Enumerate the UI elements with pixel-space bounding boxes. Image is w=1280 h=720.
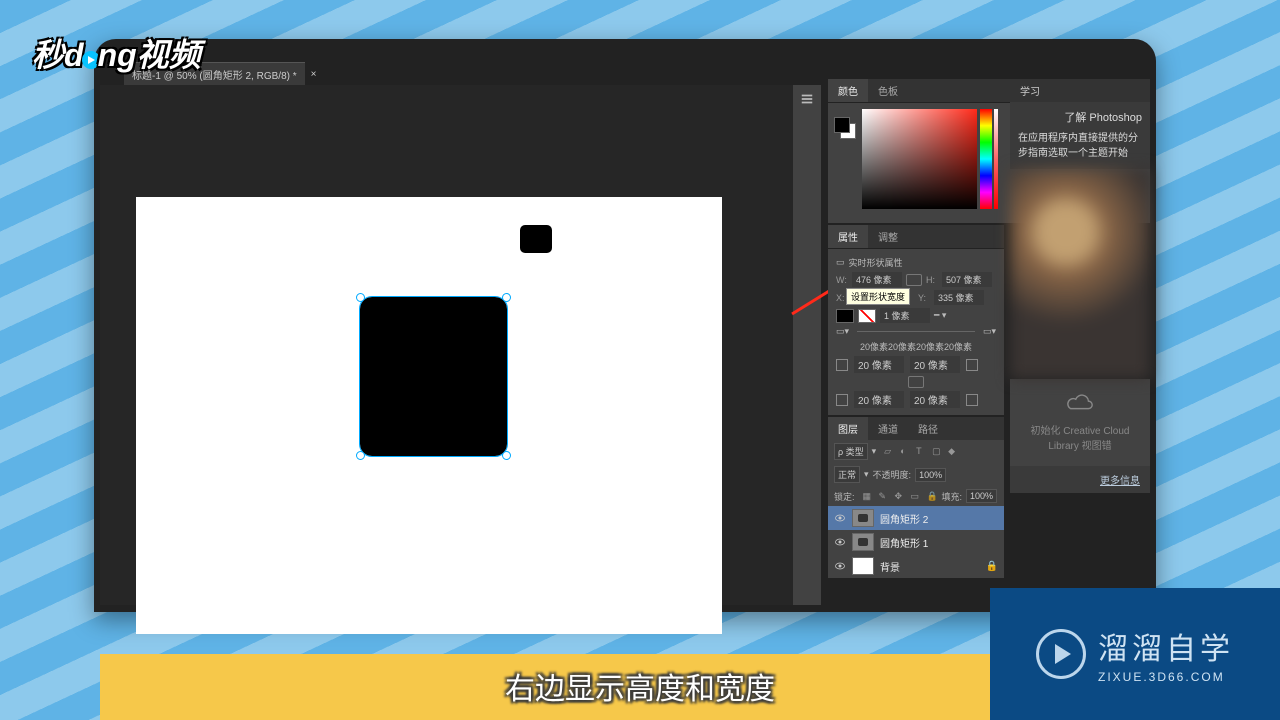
link-corners-icon[interactable] [908, 376, 924, 388]
layer-name: 圆角矩形 2 [880, 511, 928, 526]
layer-thumbnail [852, 557, 874, 575]
properties-panel: 属性 调整 ▭实时形状属性 W: 476 像素 H: 507 像素 X: 设置形… [828, 225, 1004, 415]
stroke-style-dropdown[interactable]: ━ ▾ [934, 310, 946, 321]
stroke-align-icon[interactable]: ▭▾ [836, 326, 849, 337]
stroke-caps-icon[interactable]: ▭▾ [983, 326, 996, 337]
transform-handle-tr[interactable] [502, 293, 511, 302]
opacity-input[interactable]: 100% [915, 468, 946, 482]
tab-learn[interactable]: 学习 [1010, 79, 1150, 102]
right-panel-stack: 颜色 色板 学习 了解 Photoshop 在应用程序内直接提供的分步指南选取一… [828, 79, 1150, 606]
logo-text-a: 秒d [32, 37, 84, 73]
height-label: H: [926, 275, 938, 285]
lock-icons[interactable]: ▦✎✥▭🔒 [863, 491, 938, 502]
corner-bl-icon[interactable] [836, 394, 848, 406]
live-shape-icon: ▭ [836, 257, 845, 268]
corner-radius-summary: 20像素20像素20像素20像素 [860, 340, 972, 353]
y-input[interactable]: 335 像素 [934, 290, 984, 305]
panel-toggle-icon[interactable] [797, 89, 817, 109]
logo-text-b: ng视频 [98, 37, 201, 73]
corner-tl-input[interactable]: 20 像素 [854, 356, 904, 373]
width-label: W: [836, 275, 848, 285]
corner-tr-input[interactable]: 20 像素 [910, 356, 960, 373]
cloud-icon [1065, 393, 1095, 413]
corner-br-icon[interactable] [966, 394, 978, 406]
canvas-area [100, 85, 794, 605]
width-tooltip: 设置形状宽度 [846, 288, 910, 305]
brand-title: 溜溜自学 [1098, 624, 1234, 668]
artboard[interactable] [136, 197, 722, 634]
tab-channels[interactable]: 通道 [868, 417, 908, 440]
learn-thumbnails-blurred [1010, 169, 1150, 379]
blend-mode-select[interactable]: 正常 [834, 466, 860, 483]
height-input[interactable]: 507 像素 [942, 272, 992, 287]
visibility-toggle-icon[interactable] [834, 560, 846, 572]
layers-panel: 图层 通道 路径 ρ 类型▾ ▱◐T▢◆ 正常▾ 不透明度: 100% 锁定: … [828, 417, 1004, 578]
transform-handle-bl[interactable] [356, 451, 365, 460]
learn-panel: 学习 了解 Photoshop 在应用程序内直接提供的分步指南选取一个主题开始 … [1010, 79, 1150, 493]
corner-brand-card: 溜溜自学 ZIXUE.3D66.COM [990, 588, 1280, 720]
shape-selected-rounded-rect[interactable] [360, 297, 507, 456]
visibility-toggle-icon[interactable] [834, 512, 846, 524]
layer-row-background[interactable]: 背景 🔒 [828, 554, 1004, 578]
learn-title: 了解 Photoshop [1018, 110, 1142, 127]
learn-description: 在应用程序内直接提供的分步指南选取一个主题开始 [1018, 131, 1142, 161]
tab-swatches[interactable]: 色板 [868, 79, 908, 102]
foreground-color-swatch[interactable] [834, 117, 850, 133]
corner-tl-icon[interactable] [836, 359, 848, 371]
hue-slider[interactable] [980, 109, 992, 209]
transform-handle-br[interactable] [502, 451, 511, 460]
brand-subtitle: ZIXUE.3D66.COM [1098, 670, 1234, 684]
width-input[interactable]: 476 像素 [852, 272, 902, 287]
fill-opacity-input[interactable]: 100% [966, 489, 997, 503]
color-field[interactable] [862, 109, 977, 209]
corner-bl-input[interactable]: 20 像素 [854, 391, 904, 408]
more-info-link[interactable]: 更多信息 [1010, 466, 1150, 493]
video-brand-logo: 秒dng视频 [32, 30, 201, 76]
layer-row-selected[interactable]: 圆角矩形 2 [828, 506, 1004, 530]
layer-thumbnail [852, 509, 874, 527]
tab-color[interactable]: 颜色 [828, 79, 868, 102]
layer-row[interactable]: 圆角矩形 1 [828, 530, 1004, 554]
layer-thumbnail [852, 533, 874, 551]
y-label: Y: [918, 293, 930, 303]
opacity-label: 不透明度: [873, 468, 912, 481]
tab-adjustments[interactable]: 调整 [868, 225, 908, 248]
layer-name: 背景 [880, 559, 900, 574]
layer-name: 圆角矩形 1 [880, 535, 928, 550]
stroke-width-input[interactable]: 1 像素 [880, 308, 930, 323]
panel-dock-strip [793, 85, 821, 605]
tab-paths[interactable]: 路径 [908, 417, 948, 440]
layer-filter-kind[interactable]: ρ 类型 [834, 443, 868, 460]
cc-libraries-panel: 初始化 Creative Cloud Library 视图错 [1010, 379, 1150, 466]
foreground-background-swatch[interactable] [834, 117, 856, 139]
stroke-swatch[interactable] [858, 309, 876, 323]
transform-handle-tl[interactable] [356, 293, 365, 302]
layer-filter-icons[interactable]: ▱◐T▢◆ [884, 446, 959, 457]
link-wh-icon[interactable] [906, 274, 922, 286]
photoshop-window: 标题-1 @ 50% (圆角矩形 2, RGB/8) * × 颜色 色板 [94, 39, 1156, 612]
tab-properties[interactable]: 属性 [828, 225, 868, 248]
tab-layers[interactable]: 图层 [828, 417, 868, 440]
color-panel: 颜色 色板 学习 了解 Photoshop 在应用程序内直接提供的分步指南选取一… [828, 79, 1150, 223]
corner-br-input[interactable]: 20 像素 [910, 391, 960, 408]
brand-play-icon [1036, 629, 1086, 679]
saturation-strip[interactable] [994, 109, 998, 209]
fill-opacity-label: 填充: [942, 490, 963, 503]
visibility-toggle-icon[interactable] [834, 536, 846, 548]
shape-small-rounded-rect[interactable] [520, 225, 552, 253]
fill-swatch[interactable] [836, 309, 854, 323]
cc-libraries-message: 初始化 Creative Cloud Library 视图错 [1024, 422, 1136, 452]
properties-header: 实时形状属性 [849, 256, 903, 269]
corner-tr-icon[interactable] [966, 359, 978, 371]
close-tab-icon[interactable]: × [305, 69, 323, 80]
lock-icon: 🔒 [986, 561, 998, 572]
lock-label: 锁定: [834, 490, 855, 503]
